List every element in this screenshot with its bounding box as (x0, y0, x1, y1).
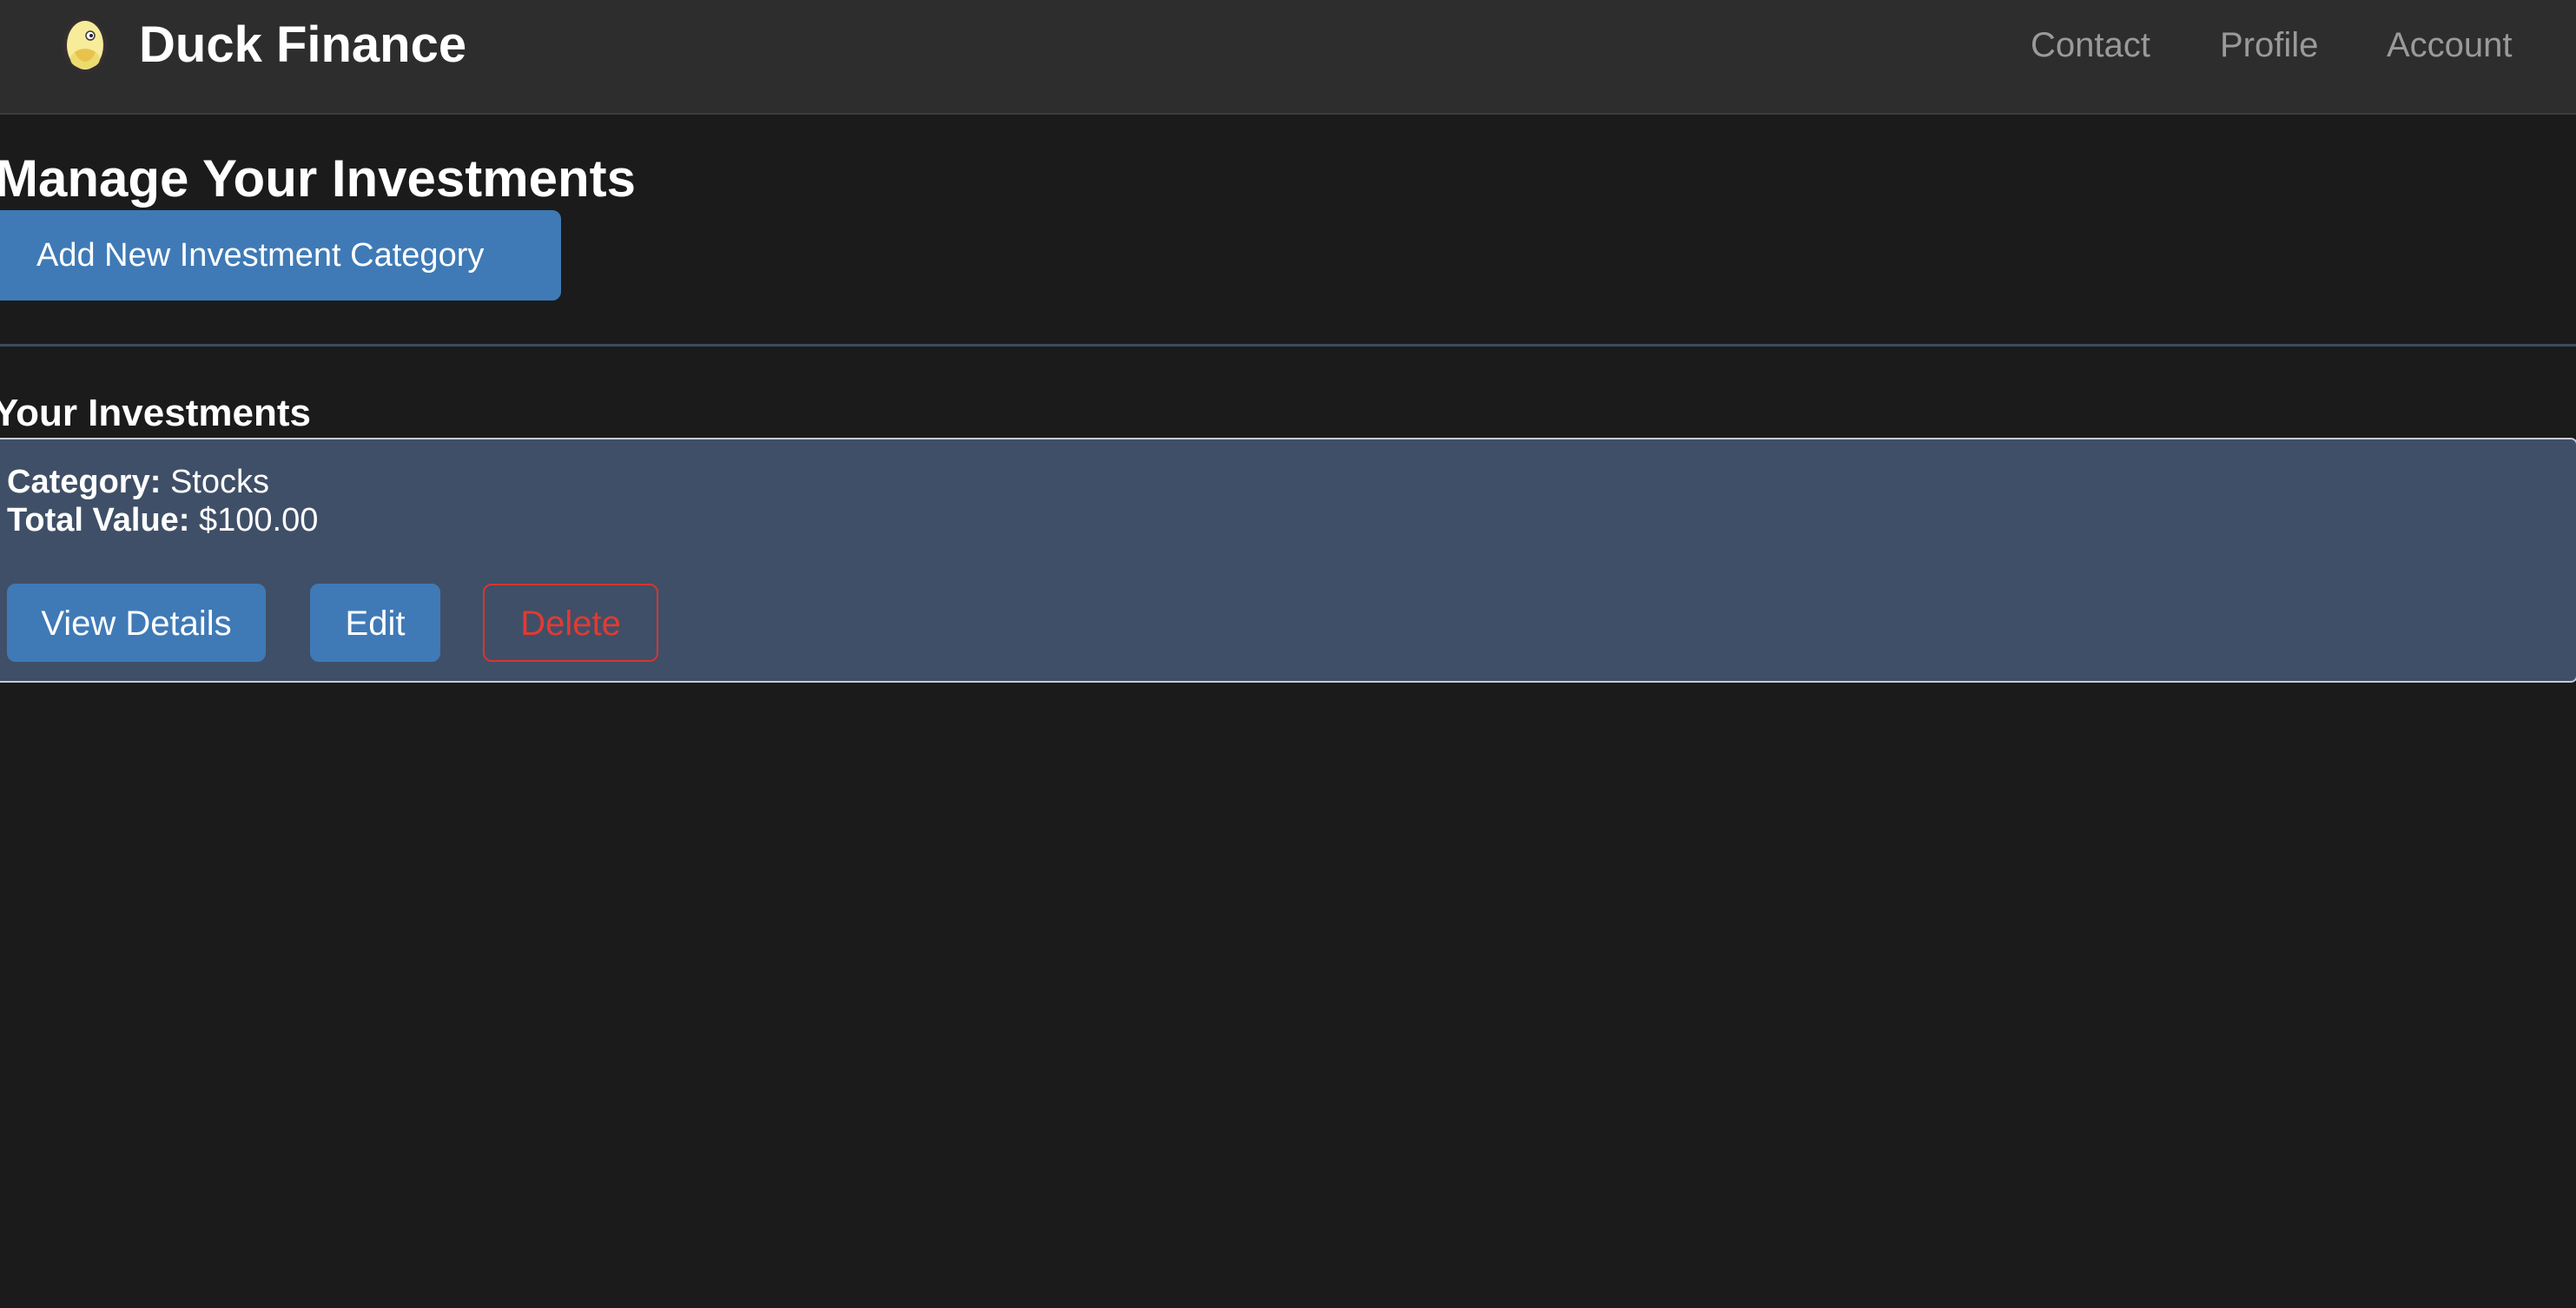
category-value: Stocks (169, 464, 269, 500)
nav-account-link[interactable]: Account (2387, 19, 2513, 71)
category-line: Category: Stocks (7, 462, 269, 502)
nav-contact-link[interactable]: Contact (2031, 19, 2150, 71)
category-label: Category: (7, 464, 162, 500)
edit-button[interactable]: Edit (310, 584, 440, 662)
delete-button[interactable]: Delete (483, 584, 658, 662)
section-divider (0, 344, 2576, 347)
page-title: Manage Your Investments (0, 149, 636, 208)
duck-icon[interactable] (59, 14, 111, 76)
nav-profile-link[interactable]: Profile (2220, 19, 2318, 71)
top-header: Duck Finance Contact Profile Account (0, 0, 2576, 115)
add-investment-category-button[interactable]: Add New Investment Category (0, 210, 561, 301)
view-details-button[interactable]: View Details (7, 584, 266, 662)
total-value-label: Total Value: (7, 502, 190, 538)
investment-card: Category: Stocks Total Value: $100.00 Vi… (0, 438, 2576, 683)
total-value-line: Total Value: $100.00 (7, 500, 318, 540)
investments-heading: Your Investments (0, 392, 311, 434)
total-value-amount: $100.00 (199, 502, 319, 538)
brand-name: Duck Finance (139, 17, 467, 73)
